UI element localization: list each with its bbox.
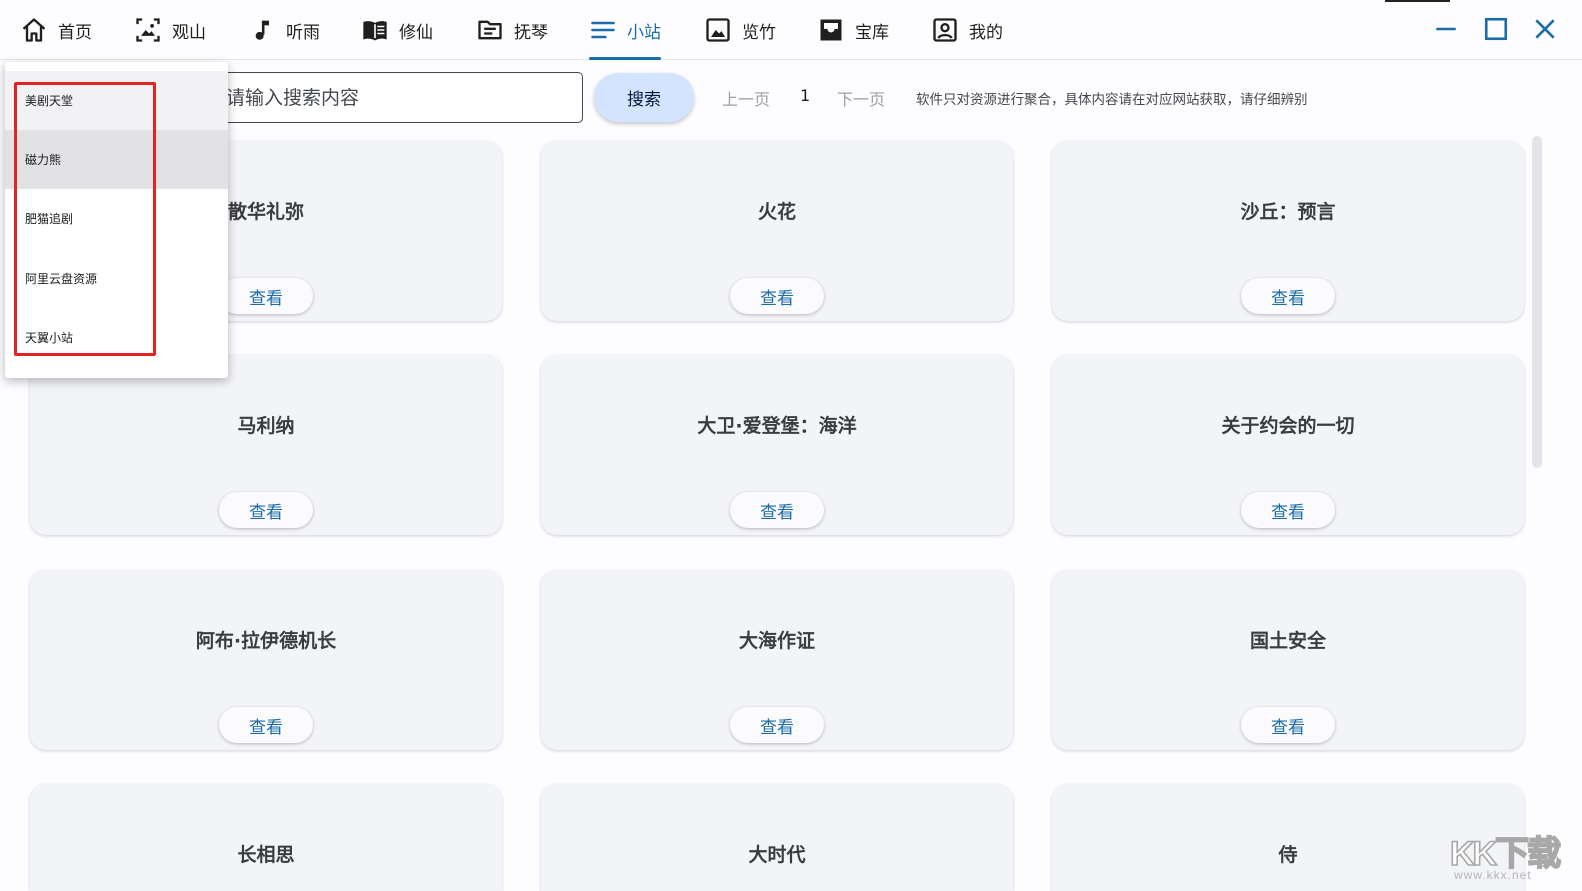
music-note-icon [255,20,269,40]
result-card: 大时代 [541,784,1013,891]
result-card: 沙丘：预言查看 [1052,141,1524,321]
card-title: 国土安全 [1249,630,1326,652]
result-card: 马利纳 查看 [30,355,502,535]
nav-item-wode[interactable]: 我的 [931,0,1003,60]
result-card: 火花 查看 [541,141,1013,321]
nav-item-lanzhu[interactable]: 览竹 [704,0,776,60]
disclaimer-text: 软件只对资源进行聚合，具体内容请在对应网站获取，请仔细辨别 [916,92,1308,108]
card-title: 大卫·爱登堡：海洋 [697,415,857,437]
user-box-icon [933,18,957,42]
maximize-button[interactable] [1479,12,1513,46]
top-accent-line [1385,0,1450,2]
view-button[interactable]: 查看 [219,278,313,314]
site-option-meiju-tiantang[interactable]: 美剧天堂 [5,71,228,130]
card-title: 长相思 [237,844,295,866]
top-nav-bar: 首页 观山 听雨 修仙 抚琴 小站 览竹 宝库 我的 [0,0,1582,60]
card-title: 阿布·拉伊德机长 [195,630,337,652]
close-button[interactable] [1528,12,1562,46]
view-button[interactable]: 查看 [730,278,824,314]
card-title: 关于约会的一切 [1221,415,1355,437]
result-card: 阿布·拉伊德机长查看 [30,570,502,750]
nav-item-home[interactable]: 首页 [20,0,92,60]
nav-label: 宝库 [855,22,889,43]
close-icon [1535,19,1555,39]
search-field[interactable] [195,72,583,123]
search-input[interactable] [226,81,566,115]
minimize-icon [1436,27,1456,31]
nav-item-baoku[interactable]: 宝库 [817,0,889,60]
nav-label: 观山 [172,22,206,43]
nav-item-xiuxian[interactable]: 修仙 [361,0,433,60]
view-button[interactable]: 查看 [1241,492,1335,528]
site-option-aliyun-ziyuan[interactable]: 阿里云盘资源 [5,249,228,308]
site-option-cilixiong[interactable]: 磁力熊 [5,130,228,189]
nav-item-xiaozhan[interactable]: 小站 [589,0,661,60]
nav-item-fuqin[interactable]: 抚琴 [476,0,548,60]
folder-icon [478,20,502,40]
nav-label: 抚琴 [514,22,548,43]
result-card: 国土安全 查看 [1052,570,1524,750]
result-card: 关于约会的一切 查看 [1052,355,1524,535]
view-button[interactable]: 查看 [219,707,313,743]
view-button[interactable]: 查看 [730,707,824,743]
card-title: 马利纳 [237,415,295,437]
card-title: 沙丘：预言 [1240,201,1336,223]
nav-label: 览竹 [742,22,776,43]
active-tab-indicator [589,57,661,60]
inbox-icon [820,19,842,41]
result-card: 大海作证 查看 [541,570,1013,750]
view-button[interactable]: 查看 [1241,707,1335,743]
nav-item-guanshan[interactable]: 观山 [134,0,206,60]
view-button[interactable]: 查看 [730,492,824,528]
page-number: 1 [800,86,811,105]
search-button[interactable]: 搜索 [594,73,694,122]
view-button[interactable]: 查看 [1241,278,1335,314]
nav-label: 听雨 [286,22,320,43]
image-frame-icon [136,18,160,42]
menu-lines-icon [591,21,615,39]
card-title: 大时代 [748,844,806,866]
next-page-button[interactable]: 下一页 [837,86,885,110]
picture-icon [706,18,730,42]
vertical-scrollbar[interactable] [1532,136,1542,468]
nav-item-tingyu[interactable]: 听雨 [248,0,320,60]
maximize-icon [1484,17,1508,41]
book-icon [363,21,387,41]
watermark-url: www.kkx.net [1454,868,1532,882]
result-card: 大卫·爱登堡：海洋查看 [541,355,1013,535]
site-option-tianyi-xiaozhan[interactable]: 天翼小站 [5,308,228,367]
nav-label: 小站 [627,22,661,43]
result-card: 长相思 [30,784,502,891]
nav-label: 我的 [969,22,1003,43]
site-dropdown-menu: 美剧天堂 磁力熊 肥猫追剧 阿里云盘资源 天翼小站 [5,62,228,378]
card-title: 大海作证 [738,630,815,652]
nav-label: 首页 [58,22,92,43]
home-icon [22,18,46,42]
nav-label: 修仙 [399,22,433,43]
view-button[interactable]: 查看 [219,492,313,528]
site-option-feimao-zhuiju[interactable]: 肥猫追剧 [5,189,228,248]
minimize-button[interactable] [1429,12,1463,46]
prev-page-button[interactable]: 上一页 [722,86,770,110]
watermark: KK下载 www.kkx.net [1449,826,1570,886]
card-title: 火花 [757,201,796,223]
